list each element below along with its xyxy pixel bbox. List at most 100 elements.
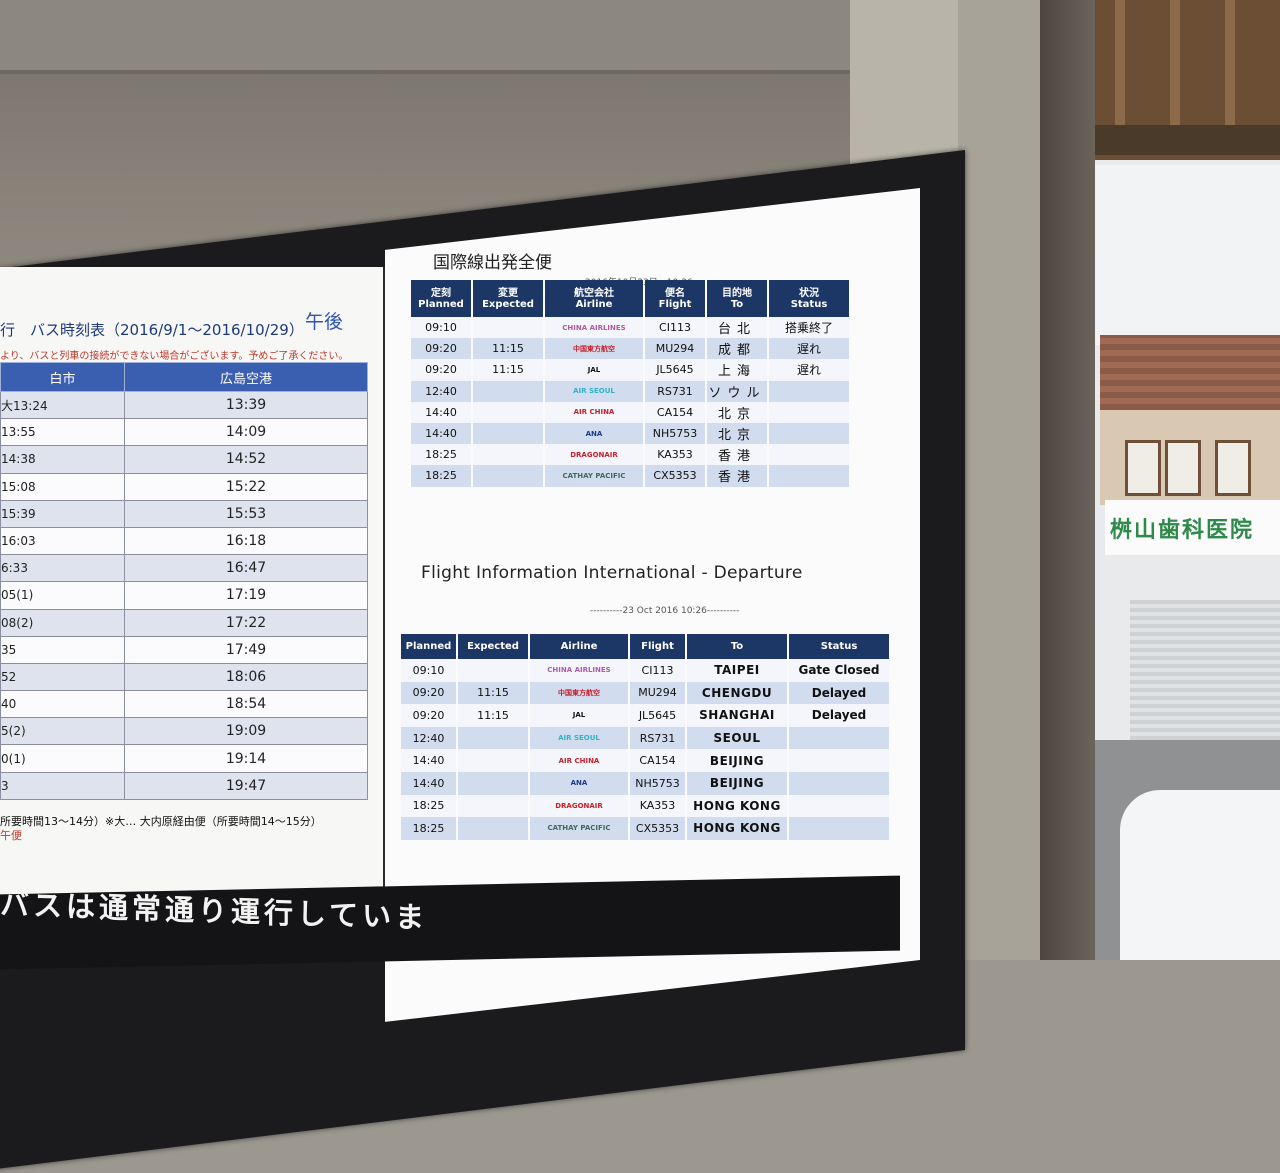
flight-status	[789, 817, 889, 840]
bus-row: 05(1) 17:19	[0, 581, 368, 610]
bus-arrival-time: 16:18	[124, 526, 368, 556]
bus-departure-time: 08(2)	[0, 608, 125, 637]
flight-planned: 18:25	[401, 817, 456, 840]
flight-to: CHENGDU	[687, 681, 787, 705]
flight-to: 香港	[707, 465, 767, 487]
flight-to: 成都	[707, 338, 767, 360]
bus-row: 08(2) 17:22	[0, 608, 368, 637]
column-header-status: 状況 Status	[769, 280, 849, 317]
bus-arrival-time: 17:19	[124, 581, 368, 610]
flight-expected	[473, 422, 543, 445]
column-header-planned: Planned	[401, 634, 456, 659]
bus-timetable: 白市 広島空港 大13:24 13:39 13:55 14:09 14:38 14:52 1…	[0, 362, 368, 800]
house-window	[1215, 440, 1251, 496]
flight-row: 09:10 CHINA AIRLINES CI113 台北 搭乗終了	[411, 317, 849, 339]
flight-status: Delayed	[789, 681, 889, 705]
flight-flight: RS731	[645, 380, 705, 402]
flight-airline: CATHAY PACIFIC	[530, 817, 628, 840]
bus-departure-time: 6:33	[0, 554, 125, 583]
flight-airline: 中国東方航空	[545, 338, 643, 360]
bus-departure-time: 16:03	[0, 526, 125, 556]
flight-airline: AIR CHINA	[530, 749, 628, 772]
flight-flight: KA353	[645, 444, 705, 466]
column-header-to: To	[687, 634, 787, 659]
flight-status: Delayed	[789, 704, 889, 727]
flight-flight: CI113	[645, 317, 705, 339]
flight-flight: JL5645	[630, 704, 685, 727]
house-roof	[1100, 335, 1280, 410]
en-departures-table: Planned Expected Airline Flight To Status 09:…	[399, 634, 891, 840]
flight-status	[769, 380, 849, 402]
flight-to: BEIJING	[687, 749, 787, 772]
flight-row: 18:25 CATHAY PACIFIC CX5353 HONG KONG	[401, 817, 889, 840]
flight-expected	[473, 444, 543, 466]
flight-expected: 11:15	[458, 681, 528, 705]
flight-flight: CX5353	[630, 817, 685, 840]
bus-arrival-time: 15:22	[124, 472, 368, 501]
flight-row: 14:40 AIR CHINA CA154 北京	[411, 401, 849, 423]
flight-to: 香港	[707, 444, 767, 466]
bus-departure-time: 05(1)	[0, 581, 125, 610]
flight-to: SEOUL	[687, 726, 787, 750]
roof-slat	[1225, 0, 1235, 130]
flight-planned: 12:40	[401, 726, 456, 750]
flight-flight: KA353	[630, 794, 685, 818]
bus-departure-time: 15:08	[0, 472, 125, 501]
flight-planned: 12:40	[411, 380, 471, 402]
flight-status	[769, 401, 849, 423]
flight-row: 14:40 ANA NH5753 北京	[411, 422, 849, 445]
bus-arrival-time: 14:09	[124, 418, 368, 447]
bus-row: 13:55 14:09	[0, 418, 368, 447]
flight-status: 遅れ	[769, 338, 849, 360]
flight-planned: 18:25	[401, 794, 456, 818]
flight-flight: MU294	[645, 338, 705, 360]
column-header-expected: Expected	[458, 634, 528, 659]
bus-arrival-time: 16:47	[124, 554, 368, 583]
flight-status	[769, 422, 849, 445]
flight-airline: AIR SEOUL	[530, 726, 628, 750]
bus-arrival-time: 17:49	[124, 635, 368, 664]
flight-planned: 14:40	[411, 422, 471, 445]
flight-airline: CATHAY PACIFIC	[545, 465, 643, 487]
bus-arrival-time: 18:06	[124, 662, 368, 692]
bus-departure-time: 3	[0, 771, 125, 800]
flight-row: 18:25 DRAGONAIR KA353 HONG KONG	[401, 794, 889, 818]
flight-expected	[458, 771, 528, 795]
flight-airline: JAL	[530, 704, 628, 727]
flight-planned: 09:20	[411, 359, 471, 381]
flight-expected	[458, 817, 528, 840]
shop-shutter	[1130, 600, 1280, 740]
flight-expected	[458, 659, 528, 682]
clinic-sign-text: 桝山歯科医院	[1110, 518, 1255, 543]
flight-planned: 09:20	[401, 681, 456, 705]
eave	[1095, 125, 1280, 155]
house-window	[1125, 440, 1161, 496]
flight-row: 14:40 ANA NH5753 BEIJING	[401, 771, 889, 795]
flight-row: 18:25 DRAGONAIR KA353 香港	[411, 444, 849, 466]
bus-arrival-time: 17:22	[124, 608, 368, 637]
flight-row: 09:20 11:15 JAL JL5645 上海 遅れ	[411, 359, 849, 381]
flight-expected	[458, 726, 528, 750]
bus-timetable-screen: 行 バス時刻表（2016/9/1〜2016/10/29） 午後 より、バスと列車…	[0, 267, 386, 917]
pillar-strip	[958, 0, 1040, 960]
column-header-flight: 便名 Flight	[645, 280, 705, 317]
jp-departures-table: 定刻 Planned 変更 Expected 航空会社 Airline 便名 Flig…	[409, 280, 851, 487]
flight-flight: CA154	[645, 401, 705, 423]
bus-arrival-time: 19:14	[124, 744, 368, 773]
flight-expected	[473, 465, 543, 487]
bus-row: 52 18:06	[0, 662, 368, 692]
bus-timetable-title: 行 バス時刻表（2016/9/1〜2016/10/29）	[0, 321, 304, 339]
flight-flight: CX5353	[645, 465, 705, 487]
flight-airline: DRAGONAIR	[530, 794, 628, 818]
flight-status	[769, 444, 849, 466]
bus-row: 40 18:54	[0, 690, 368, 719]
flight-status	[789, 771, 889, 795]
bus-departure-time: 14:38	[0, 445, 125, 474]
flight-status: 搭乗終了	[769, 317, 849, 339]
flight-row: 14:40 AIR CHINA CA154 BEIJING	[401, 749, 889, 772]
flight-flight: NH5753	[630, 771, 685, 795]
bus-row: 15:39 15:53	[0, 499, 368, 528]
flight-planned: 18:25	[411, 444, 471, 466]
flight-planned: 09:10	[401, 659, 456, 682]
bus-row: 14:38 14:52	[0, 445, 368, 474]
